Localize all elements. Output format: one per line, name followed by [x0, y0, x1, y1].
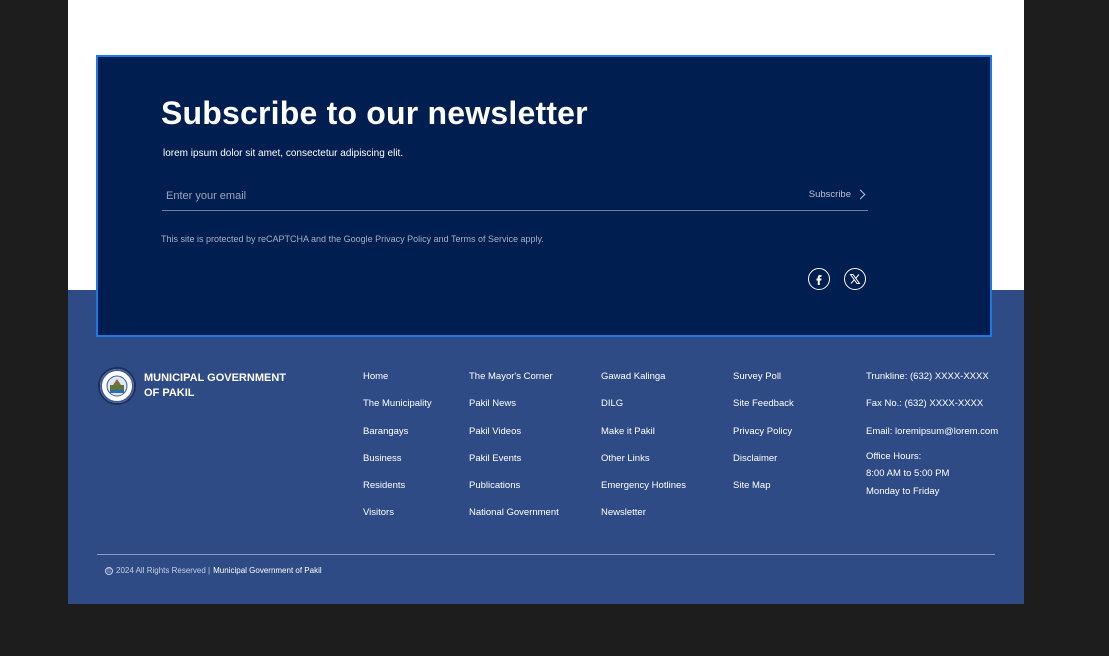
fax-number: Fax No.: (632) XXXX-XXXX: [866, 398, 984, 410]
subscribe-label: Subscribe: [808, 189, 851, 200]
footer-link[interactable]: Home: [363, 371, 432, 398]
brand-name-line1: MUNICIPAL GOVERNMENT: [144, 372, 286, 384]
x-icon: [849, 274, 861, 284]
footer-link[interactable]: Survey Poll: [733, 371, 794, 398]
municipal-seal-logo: [98, 367, 136, 405]
email-input[interactable]: [162, 186, 730, 206]
office-hours-days: Monday to Friday: [866, 485, 940, 497]
brand-name: MUNICIPAL GOVERNMENT OF PAKIL: [144, 371, 286, 401]
footer-link[interactable]: Privacy Policy: [733, 426, 794, 453]
footer-link[interactable]: Visitors: [363, 507, 432, 534]
copyright-owner: Municipal Government of Pakil: [213, 566, 322, 575]
office-hours-label: Office Hours:: [866, 450, 922, 462]
subscribe-button[interactable]: Subscribe: [808, 189, 866, 200]
footer-link[interactable]: Publications: [469, 480, 559, 507]
chevron-right-icon: [855, 189, 866, 200]
footer-link[interactable]: Gawad Kalinga: [601, 371, 686, 398]
footer-link[interactable]: Site Map: [733, 480, 794, 507]
facebook-link[interactable]: [808, 268, 830, 290]
footer-link[interactable]: Pakil Videos: [469, 426, 559, 453]
footer-link[interactable]: Site Feedback: [733, 398, 794, 425]
footer-link[interactable]: The Mayor's Corner: [469, 371, 559, 398]
footer-nav-col2: The Mayor's Corner Pakil News Pakil Vide…: [469, 371, 559, 535]
footer-link[interactable]: Barangays: [363, 426, 432, 453]
brand-name-line2: OF PAKIL: [144, 387, 195, 399]
footer-divider: [97, 554, 995, 555]
page-container: Subscribe to our newsletter lorem ipsum …: [68, 0, 1024, 604]
brand[interactable]: MUNICIPAL GOVERNMENT OF PAKIL: [98, 367, 286, 405]
footer-link[interactable]: Business: [363, 453, 432, 480]
trunkline: Trunkline: (632) XXXX-XXXX: [866, 371, 989, 382]
footer-link[interactable]: Pakil Events: [469, 453, 559, 480]
newsletter-subtitle: lorem ipsum dolor sit amet, consectetur …: [163, 148, 404, 159]
footer-link[interactable]: National Government: [469, 507, 559, 534]
footer-nav-col4: Survey Poll Site Feedback Privacy Policy…: [733, 371, 794, 507]
footer-link[interactable]: Disclaimer: [733, 453, 794, 480]
footer-link[interactable]: The Municipality: [363, 398, 432, 425]
newsletter-title: Subscribe to our newsletter: [161, 95, 588, 131]
x-link[interactable]: [844, 268, 866, 290]
office-hours-time: 8:00 AM to 5:00 PM: [866, 468, 950, 480]
footer-link[interactable]: DILG: [601, 398, 686, 425]
copyright-icon: ©: [105, 566, 113, 575]
footer-link[interactable]: Other Links: [601, 453, 686, 480]
footer-link[interactable]: Newsletter: [601, 507, 686, 534]
footer-link[interactable]: Make it Pakil: [601, 426, 686, 453]
footer-link[interactable]: Emergency Hotlines: [601, 480, 686, 507]
contact-email[interactable]: Email: loremipsum@lorem.com: [866, 426, 998, 448]
copyright-text: 2024 All Rights Reserved |: [116, 566, 211, 575]
footer-nav-col3: Gawad Kalinga DILG Make it Pakil Other L…: [601, 371, 686, 535]
copyright: © 2024 All Rights Reserved | Municipal G…: [105, 566, 322, 575]
facebook-icon: [816, 275, 822, 285]
contact-info: Trunkline: (632) XXXX-XXXX Fax No.: (632…: [866, 371, 998, 500]
footer-link[interactable]: Pakil News: [469, 398, 559, 425]
newsletter-section: Subscribe to our newsletter lorem ipsum …: [96, 55, 992, 337]
newsletter-form: Subscribe: [162, 182, 868, 211]
footer-nav-col1: Home The Municipality Barangays Business…: [363, 371, 432, 535]
footer-link[interactable]: Residents: [363, 480, 432, 507]
recaptcha-notice: This site is protected by reCAPTCHA and …: [161, 234, 544, 244]
